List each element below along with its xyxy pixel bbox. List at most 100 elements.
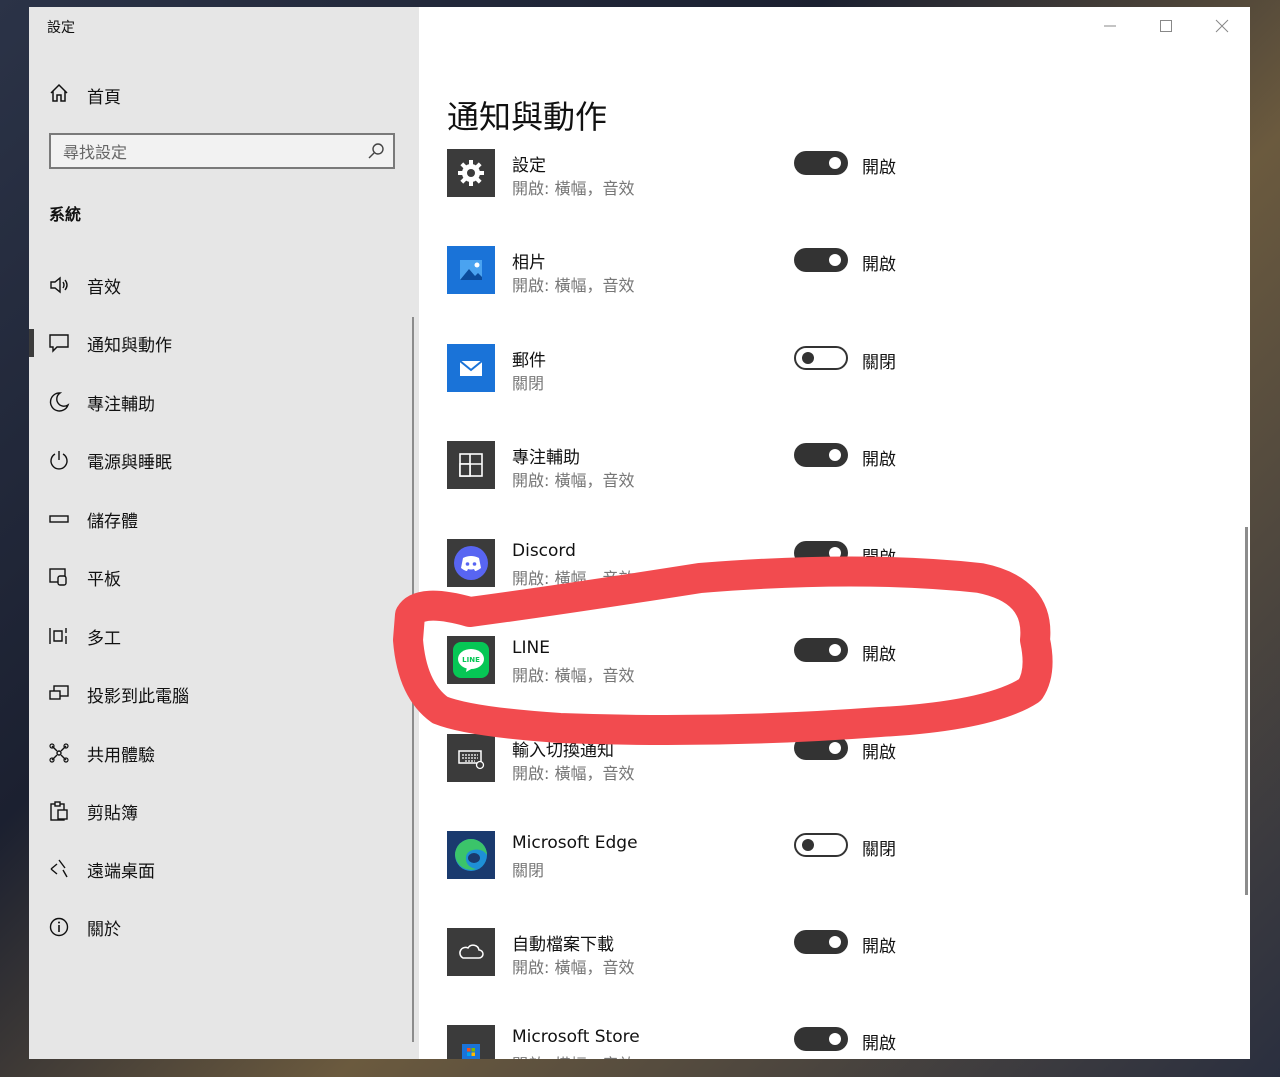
sidebar-item-projecting[interactable]: 投影到此電腦 <box>29 670 409 718</box>
app-row-store[interactable]: Microsoft Store 開啟: 橫幅，音效 開啟 <box>447 1025 1207 1059</box>
sidebar-item-label: 電源與睡眠 <box>87 452 172 473</box>
section-heading: 系統 <box>49 205 82 224</box>
sidebar-item-notifications[interactable]: 通知與動作 <box>29 319 409 367</box>
photos-icon <box>447 246 495 294</box>
toggle-label: 關閉 <box>862 353 896 373</box>
toggle-label: 開啟 <box>862 1034 896 1054</box>
shared-icon <box>48 742 70 764</box>
app-status: 開啟: 橫幅，音效 <box>512 666 635 685</box>
sidebar-item-label: 多工 <box>87 628 121 649</box>
search-icon[interactable] <box>367 142 385 160</box>
search-input[interactable] <box>51 135 365 169</box>
tablet-icon <box>48 566 70 588</box>
sidebar-item-tablet[interactable]: 平板 <box>29 553 409 601</box>
app-row-mail[interactable]: 郵件 關閉 關閉 <box>447 344 1207 404</box>
app-status: 開啟: 橫幅，音效 <box>512 1051 634 1059</box>
app-row-edge[interactable]: Microsoft Edge 關閉 關閉 <box>447 831 1207 891</box>
page-title: 通知與動作 <box>447 98 608 137</box>
app-row-focus-assist[interactable]: 專注輔助 開啟: 橫幅，音效 開啟 <box>447 441 1207 501</box>
multitask-icon <box>48 625 70 647</box>
app-status: 開啟: 橫幅，音效 <box>512 276 635 295</box>
sidebar-item-clipboard[interactable]: 剪貼簿 <box>29 787 409 835</box>
app-row-input-switch[interactable]: 輸入切換通知 開啟: 橫幅，音效 開啟 <box>447 734 1207 794</box>
sidebar-item-label: 通知與動作 <box>87 335 172 356</box>
storage-icon <box>48 508 70 530</box>
app-name: Microsoft Edge <box>512 833 638 853</box>
app-name: 相片 <box>512 253 546 273</box>
notification-toggle[interactable] <box>794 248 848 272</box>
sidebar-scrollbar[interactable] <box>412 317 414 1042</box>
discord-icon <box>447 539 495 587</box>
home-link[interactable]: 首頁 <box>49 83 121 108</box>
settings-gear-icon <box>447 149 495 197</box>
window-title: 設定 <box>47 20 75 36</box>
app-status: 開啟: 橫幅，音效 <box>512 764 635 783</box>
power-icon <box>48 449 70 471</box>
notification-toggle[interactable] <box>794 443 848 467</box>
notification-toggle[interactable] <box>794 541 848 565</box>
notification-toggle[interactable] <box>794 638 848 662</box>
app-row-auto-download[interactable]: 自動檔案下載 開啟: 橫幅，音效 開啟 <box>447 928 1207 988</box>
store-icon <box>447 1025 495 1059</box>
notification-toggle[interactable] <box>794 833 848 857</box>
sidebar-item-power[interactable]: 電源與睡眠 <box>29 436 409 484</box>
toggle-label: 關閉 <box>862 840 896 860</box>
close-icon[interactable] <box>1194 7 1250 45</box>
sidebar-item-label: 平板 <box>87 569 121 590</box>
search-box[interactable] <box>49 133 395 169</box>
notification-toggle[interactable] <box>794 930 848 954</box>
home-label: 首頁 <box>87 88 121 108</box>
notification-toggle[interactable] <box>794 736 848 760</box>
toggle-label: 開啟 <box>862 255 896 275</box>
sidebar-item-label: 音效 <box>87 277 121 298</box>
info-icon <box>48 916 70 938</box>
remote-icon <box>48 858 70 880</box>
message-icon <box>48 332 70 354</box>
sidebar-item-storage[interactable]: 儲存體 <box>29 495 409 543</box>
settings-window: 設定 首頁 系統 音效 通知與動作 專注輔助 電源與 <box>29 7 1250 1059</box>
app-status: 開啟: 橫幅，音效 <box>512 471 635 490</box>
sidebar-item-label: 專注輔助 <box>87 394 155 415</box>
app-row-photos[interactable]: 相片 開啟: 橫幅，音效 開啟 <box>447 246 1207 306</box>
clipboard-icon <box>48 800 70 822</box>
app-row-settings[interactable]: 設定 開啟: 橫幅，音效 開啟 <box>447 149 1207 209</box>
toggle-label: 開啟 <box>862 937 896 957</box>
minimize-icon[interactable] <box>1082 7 1138 45</box>
sidebar-item-remote-desktop[interactable]: 遠端桌面 <box>29 845 409 893</box>
app-name: 設定 <box>512 156 546 176</box>
sidebar-item-label: 剪貼簿 <box>87 803 138 824</box>
sidebar-item-sound[interactable]: 音效 <box>29 261 409 309</box>
sidebar-item-label: 共用體驗 <box>87 745 155 766</box>
sidebar-item-shared-experiences[interactable]: 共用體驗 <box>29 729 409 777</box>
notification-toggle[interactable] <box>794 151 848 175</box>
toggle-label: 開啟 <box>862 743 896 763</box>
main-scrollbar[interactable] <box>1245 527 1248 895</box>
sidebar-item-label: 遠端桌面 <box>87 861 155 882</box>
notification-toggle[interactable] <box>794 346 848 370</box>
mail-icon <box>447 344 495 392</box>
notification-toggle[interactable] <box>794 1027 848 1051</box>
app-row-line[interactable]: LINE LINE 開啟: 橫幅，音效 開啟 <box>447 636 1207 696</box>
edge-icon <box>447 831 495 879</box>
home-icon <box>49 83 69 108</box>
toggle-label: 開啟 <box>862 645 896 665</box>
sidebar-item-label: 投影到此電腦 <box>87 686 189 707</box>
app-row-discord[interactable]: Discord 開啟: 橫幅，音效 開啟 <box>447 539 1207 599</box>
sidebar-item-focus-assist[interactable]: 專注輔助 <box>29 378 409 426</box>
line-icon: LINE <box>447 636 495 684</box>
sidebar-item-about[interactable]: 關於 <box>29 903 409 951</box>
app-status: 開啟: 橫幅，音效 <box>512 569 635 588</box>
app-name: 自動檔案下載 <box>512 935 614 955</box>
toggle-label: 開啟 <box>862 158 896 178</box>
app-name: Discord <box>512 541 576 561</box>
sidebar-item-label: 關於 <box>87 919 121 940</box>
cloud-icon <box>447 928 495 976</box>
sidebar-item-multitasking[interactable]: 多工 <box>29 612 409 660</box>
sidebar: 設定 首頁 系統 音效 通知與動作 專注輔助 電源與 <box>29 7 419 1059</box>
main-content: 通知與動作 設定 開啟: 橫幅，音效 開啟 相片 開啟: 橫幅，音效 開啟 郵件… <box>419 7 1250 1059</box>
sidebar-item-label: 儲存體 <box>87 511 138 532</box>
moon-icon <box>48 391 70 413</box>
app-name: 郵件 <box>512 351 546 371</box>
maximize-icon[interactable] <box>1138 7 1194 45</box>
app-name: Microsoft Store <box>512 1027 640 1047</box>
